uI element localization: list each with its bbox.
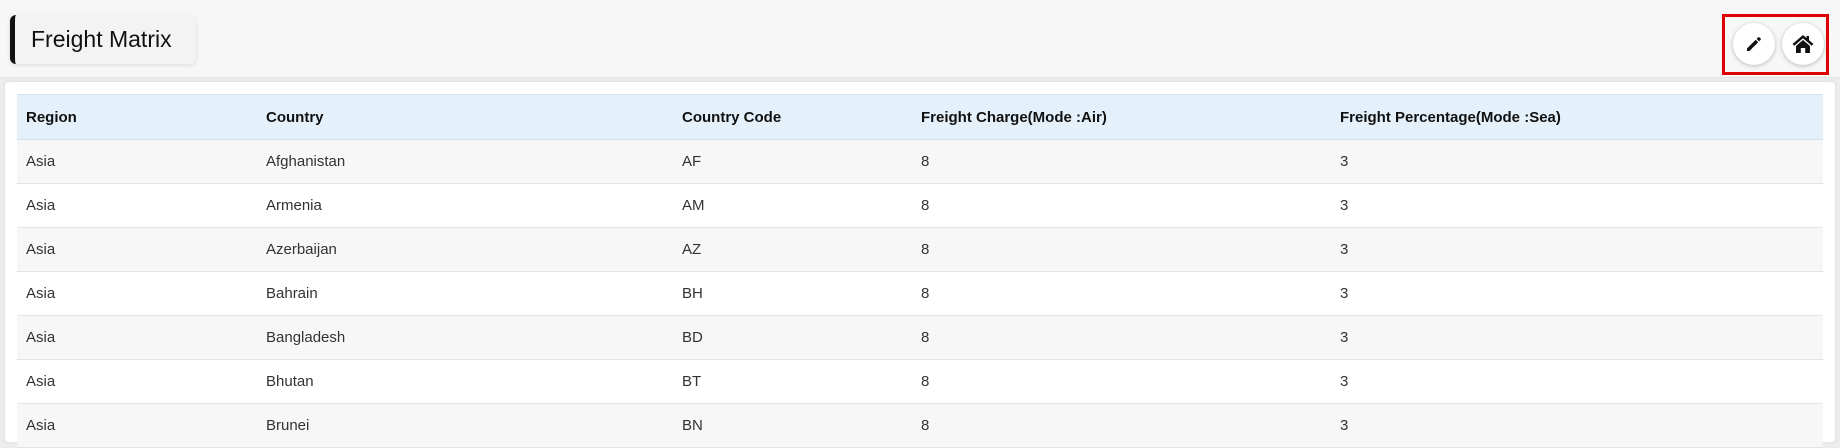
freight-matrix-panel: Region Country Country Code Freight Char… [5,82,1835,448]
cell-country-code: BH [673,271,912,316]
cell-country-code: AM [673,183,912,228]
cell-country: Bahrain [257,271,673,316]
cell-region: Asia [17,139,257,184]
cell-region: Asia [17,315,257,360]
table-header-row: Region Country Country Code Freight Char… [17,94,1823,140]
cell-freight-charge-air: 8 [912,315,1331,360]
cell-region: Asia [17,227,257,272]
column-header-region[interactable]: Region [17,95,257,140]
column-header-country-code[interactable]: Country Code [673,95,912,140]
cell-freight-percentage-sea: 3 [1331,403,1823,448]
action-buttons-group [1722,14,1829,75]
column-header-freight-charge-air[interactable]: Freight Charge(Mode :Air) [912,95,1331,140]
cell-country: Bangladesh [257,315,673,360]
cell-country-code: AF [673,139,912,184]
cell-freight-percentage-sea: 3 [1331,271,1823,316]
cell-country: Azerbaijan [257,227,673,272]
table-row[interactable]: Asia Azerbaijan AZ 8 3 [17,227,1823,272]
cell-country: Bhutan [257,359,673,404]
cell-freight-charge-air: 8 [912,271,1331,316]
cell-freight-percentage-sea: 3 [1331,183,1823,228]
cell-country-code: AZ [673,227,912,272]
edit-button[interactable] [1733,23,1775,65]
freight-matrix-table: Region Country Country Code Freight Char… [17,94,1823,448]
page-title: Freight Matrix [10,15,196,64]
cell-region: Asia [17,271,257,316]
cell-freight-charge-air: 8 [912,227,1331,272]
table-row[interactable]: Asia Afghanistan AF 8 3 [17,139,1823,184]
cell-country: Armenia [257,183,673,228]
cell-country-code: BN [673,403,912,448]
cell-freight-percentage-sea: 3 [1331,227,1823,272]
pencil-icon [1747,37,1761,51]
cell-freight-charge-air: 8 [912,403,1331,448]
cell-region: Asia [17,183,257,228]
cell-freight-charge-air: 8 [912,359,1331,404]
cell-freight-percentage-sea: 3 [1331,359,1823,404]
table-row[interactable]: Asia Bangladesh BD 8 3 [17,315,1823,360]
home-button[interactable] [1782,23,1824,65]
cell-freight-percentage-sea: 3 [1331,139,1823,184]
cell-country: Brunei [257,403,673,448]
cell-country-code: BT [673,359,912,404]
table-row[interactable]: Asia Bahrain BH 8 3 [17,271,1823,316]
cell-country-code: BD [673,315,912,360]
cell-freight-percentage-sea: 3 [1331,315,1823,360]
cell-freight-charge-air: 8 [912,139,1331,184]
cell-country: Afghanistan [257,139,673,184]
table-row[interactable]: Asia Armenia AM 8 3 [17,183,1823,228]
page-header: Freight Matrix [0,0,1840,78]
cell-freight-charge-air: 8 [912,183,1331,228]
table-row[interactable]: Asia Brunei BN 8 3 [17,403,1823,448]
column-header-freight-percentage-sea[interactable]: Freight Percentage(Mode :Sea) [1331,95,1823,140]
cell-region: Asia [17,359,257,404]
table-row[interactable]: Asia Bhutan BT 8 3 [17,359,1823,404]
cell-region: Asia [17,403,257,448]
home-icon [1792,35,1814,53]
column-header-country[interactable]: Country [257,95,673,140]
page-title-text: Freight Matrix [31,26,172,52]
